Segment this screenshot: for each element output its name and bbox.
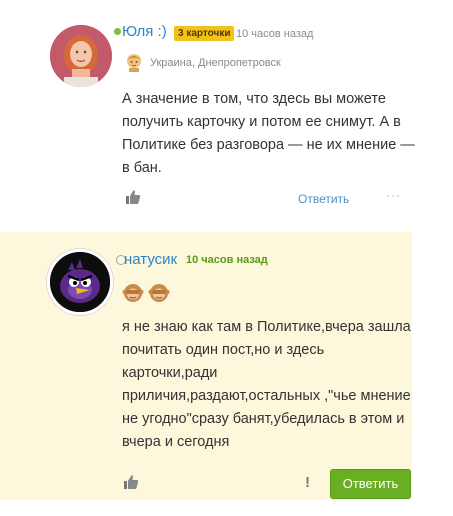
thumbs-up-icon[interactable]	[124, 188, 142, 206]
online-status-icon	[114, 28, 121, 35]
thumbs-up-icon[interactable]	[122, 473, 140, 491]
see-no-evil-monkey-icon	[122, 284, 144, 302]
author-name[interactable]: Юля :)	[122, 23, 167, 40]
comment-text: А значение в том, что здесь вы можете по…	[122, 91, 415, 176]
see-no-evil-monkey-icon	[148, 284, 170, 302]
reply-link[interactable]: Ответить	[298, 192, 349, 206]
emoji-row	[122, 281, 170, 303]
reply-button[interactable]: Ответить	[330, 469, 411, 499]
avatar[interactable]	[47, 249, 113, 315]
user-photo-icon	[50, 25, 112, 87]
comment-text: я не знаю как там в Политике,вчера зашла…	[122, 319, 411, 450]
comment-item: Юля :) 3 карточки 10 часов назад Украина…	[0, 0, 453, 232]
avatar[interactable]	[50, 25, 112, 87]
comment-time: 10 часов назад	[186, 254, 268, 266]
user-icon	[124, 52, 144, 72]
comment-time: 10 часов назад	[236, 28, 314, 40]
cards-badge: 3 карточки	[174, 26, 235, 41]
user-location: Украина, Днепропетровск	[150, 57, 281, 69]
more-options-icon[interactable]: ···	[386, 188, 401, 202]
author-name[interactable]: натусик	[124, 251, 177, 268]
angry-bird-icon	[50, 252, 110, 312]
page-background	[0, 500, 453, 516]
report-icon[interactable]: !	[305, 474, 310, 491]
